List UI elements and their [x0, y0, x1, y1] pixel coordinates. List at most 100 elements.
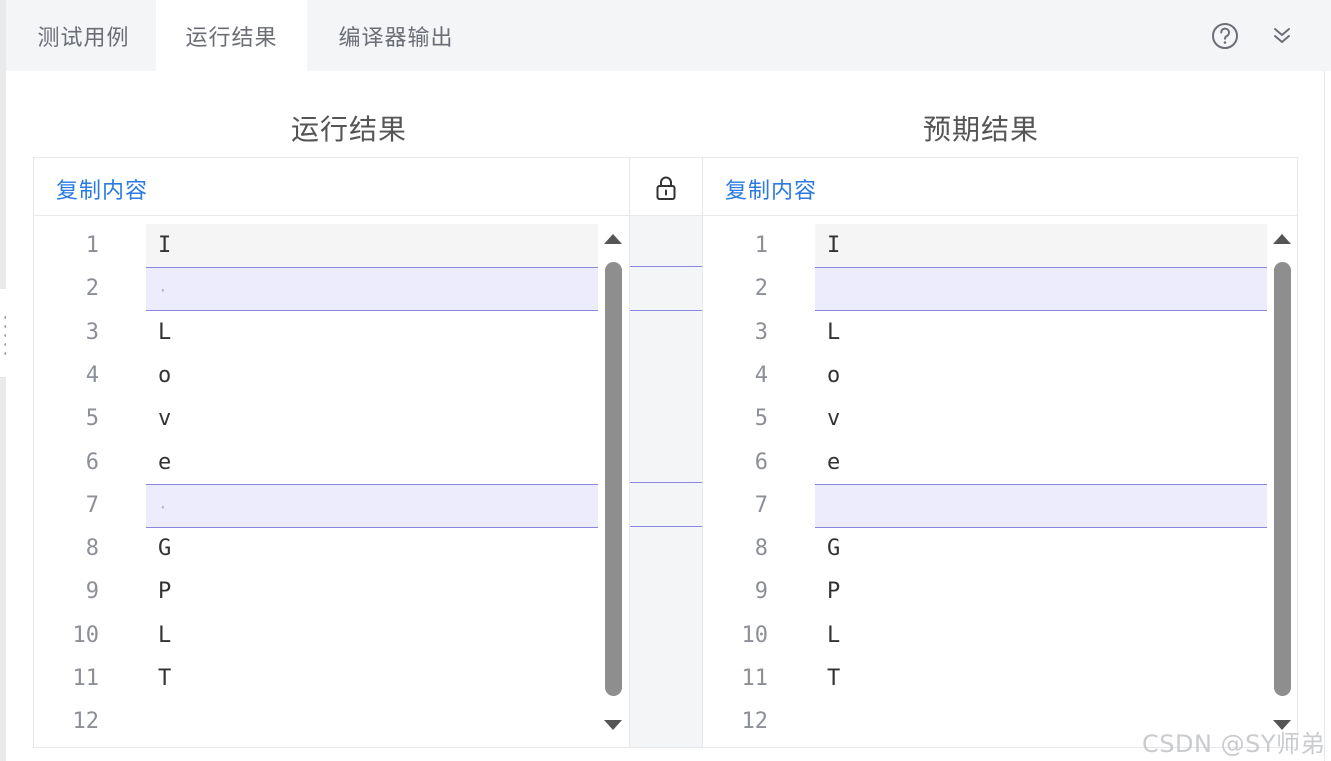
line-content: o	[158, 362, 172, 388]
line-number: 8	[85, 536, 99, 562]
line-text[interactable]: P	[146, 570, 598, 614]
pane-header: 复制内容	[34, 158, 629, 216]
line-number: 1	[754, 233, 768, 258]
line-content: T	[158, 666, 172, 691]
vertical-scrollbar[interactable]	[1271, 224, 1293, 730]
line-content: v	[158, 406, 172, 432]
line-text[interactable]: I	[815, 224, 1267, 268]
line-content: L	[827, 319, 841, 345]
code-line: 7	[703, 483, 1297, 528]
line-number: 7	[754, 492, 768, 518]
line-number: 10	[72, 622, 100, 648]
line-text[interactable]: v	[815, 397, 1267, 441]
line-number: 7	[85, 492, 99, 518]
scrollbar-thumb[interactable]	[1274, 262, 1291, 696]
line-number: 11	[72, 666, 100, 691]
line-text[interactable]: ·	[146, 267, 598, 312]
line-number: 5	[85, 406, 99, 432]
code-line: 8G	[34, 527, 629, 571]
line-number: 8	[754, 536, 768, 562]
line-text[interactable]	[815, 483, 1267, 528]
line-text[interactable]: T	[815, 657, 1267, 701]
lock-icon[interactable]	[651, 173, 681, 203]
line-text[interactable]: T	[146, 657, 598, 701]
code-line: 2 ·	[34, 267, 629, 312]
gutter-header	[630, 158, 702, 216]
code-line: 10 L	[34, 614, 629, 658]
line-content: ·	[158, 497, 168, 517]
line-content: L	[827, 622, 841, 648]
code-line: 12	[34, 700, 629, 744]
line-content: T	[827, 666, 841, 691]
line-number: 3	[85, 319, 99, 345]
expected-output-pane: 复制内容 1 I 2 3 L 4 o 5 v 6 e 7 8 G 9 P 10 L 11 T 12	[703, 158, 1297, 747]
line-number: 9	[754, 579, 768, 605]
line-content: o	[827, 362, 841, 388]
line-number: 4	[85, 362, 99, 388]
question-circle-icon[interactable]	[1210, 21, 1240, 51]
code-line: 6e	[703, 441, 1297, 485]
code-line: 1I	[34, 224, 629, 268]
line-text[interactable]: G	[815, 527, 1267, 571]
line-text[interactable]: e	[146, 441, 598, 485]
tab-test-cases[interactable]: 测试用例	[12, 0, 155, 71]
line-text[interactable]	[146, 700, 598, 744]
copy-content-link[interactable]: 复制内容	[56, 173, 148, 205]
line-content: I	[158, 233, 172, 258]
code-line: 4o	[703, 354, 1297, 398]
line-number: 2	[754, 276, 768, 302]
line-content: ·	[158, 281, 168, 301]
line-number: 3	[754, 319, 768, 345]
code-line: 11 T	[703, 657, 1297, 701]
line-text[interactable]: L	[146, 614, 598, 658]
code-line: 10 L	[703, 614, 1297, 658]
chevrons-down-icon[interactable]	[1267, 21, 1297, 51]
code-line: 5v	[34, 397, 629, 441]
line-text[interactable]: ·	[146, 483, 598, 528]
line-number: 12	[741, 709, 769, 735]
line-text[interactable]: G	[146, 527, 598, 571]
line-content: v	[827, 406, 841, 432]
code-line: 1I	[703, 224, 1297, 268]
line-number: 9	[85, 579, 99, 605]
line-number: 10	[741, 622, 769, 648]
line-number: 11	[741, 666, 769, 691]
tab-compiler-output[interactable]: 编译器输出	[308, 0, 484, 71]
scroll-up-arrow-icon[interactable]	[1273, 234, 1291, 244]
line-content: P	[827, 579, 841, 605]
line-content: G	[827, 536, 841, 562]
line-text[interactable]	[815, 267, 1267, 312]
tab-run-result[interactable]: 运行结果	[156, 0, 307, 71]
line-text[interactable]: o	[815, 354, 1267, 398]
vertical-scrollbar[interactable]	[602, 224, 624, 730]
scroll-up-arrow-icon[interactable]	[604, 234, 622, 244]
line-number: 4	[754, 362, 768, 388]
watermark: CSDN @SY师弟	[1142, 730, 1325, 758]
line-text[interactable]: v	[146, 397, 598, 441]
diff-gutter	[629, 158, 703, 747]
line-text[interactable]: I	[146, 224, 598, 268]
code-line: 8G	[703, 527, 1297, 571]
diff-viewer: 复制内容 1 I 2 · 3 L 4 o 5 v 6 e 7 · 8 G 9 P 10 L 11 T 12 复制内容 1I2…	[33, 157, 1298, 748]
line-text[interactable]: L	[146, 311, 598, 355]
line-content: e	[158, 449, 172, 475]
line-text[interactable]: e	[815, 441, 1267, 485]
line-text[interactable]: L	[815, 311, 1267, 355]
line-text[interactable]: o	[146, 354, 598, 398]
code-line: 2	[703, 267, 1297, 312]
left-panel-title: 运行结果	[290, 113, 407, 146]
line-content: I	[827, 233, 841, 258]
scroll-down-arrow-icon[interactable]	[604, 720, 622, 730]
code-line: 4o	[34, 354, 629, 398]
code-line: 9P	[34, 570, 629, 614]
line-text[interactable]: P	[815, 570, 1267, 614]
code-line: 3L	[703, 311, 1297, 355]
line-text[interactable]: L	[815, 614, 1267, 658]
scrollbar-thumb[interactable]	[605, 262, 622, 696]
line-number: 6	[85, 449, 99, 475]
copy-content-link[interactable]: 复制内容	[725, 173, 817, 205]
code-line: 7 ·	[34, 483, 629, 528]
code-line: 3L	[34, 311, 629, 355]
line-content: L	[158, 622, 172, 648]
line-content: L	[158, 319, 172, 345]
